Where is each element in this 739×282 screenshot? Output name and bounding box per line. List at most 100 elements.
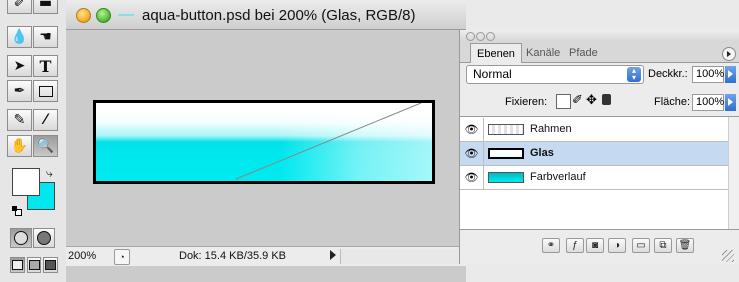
pen-tool[interactable]: ✒: [7, 80, 32, 102]
blend-mode-value: Normal: [473, 67, 512, 81]
stepper-icon: ▴ ▾: [631, 66, 636, 82]
eye-icon: 👁: [464, 148, 479, 160]
rectangle-tool[interactable]: [33, 80, 58, 102]
lock-label: Fixieren:: [505, 96, 548, 108]
title-separator: [118, 14, 134, 16]
swap-colors-icon[interactable]: ⤷: [46, 166, 53, 181]
blur-icon: 💧: [10, 29, 29, 45]
layer-name: Glas: [530, 147, 554, 159]
path-select-tool[interactable]: ➤: [7, 55, 32, 77]
adjustment-icon: ◑: [613, 240, 621, 251]
smudge-tool[interactable]: ☚: [33, 26, 58, 48]
layer-thumbnail: [488, 172, 524, 183]
layer-style-button[interactable]: ƒ: [566, 238, 584, 253]
lock-image-icon[interactable]: ✐: [572, 92, 583, 108]
document-titlebar: aqua-button.psd bei 200% (Glas, RGB/8): [66, 0, 466, 30]
panel-zoom-icon[interactable]: [486, 32, 495, 41]
status-info-button[interactable]: ◔: [114, 249, 130, 265]
foreground-color-swatch[interactable]: [12, 168, 40, 196]
smudge-icon: ☚: [39, 29, 52, 45]
status-menu-button[interactable]: [330, 250, 339, 262]
folder-icon: ▭: [636, 240, 646, 251]
eye-icon: 👁: [464, 172, 479, 184]
screen-mode-menubar[interactable]: [26, 257, 42, 273]
notes-tool[interactable]: ✎: [7, 109, 32, 131]
lock-position-icon[interactable]: ✥: [586, 92, 597, 108]
link-layers-button[interactable]: ⚭: [542, 238, 560, 253]
trash-icon: 🗑: [678, 240, 692, 251]
panel-menu-button[interactable]: [722, 47, 736, 61]
panel-close-icon[interactable]: [466, 32, 475, 41]
eye-icon: 👁: [464, 124, 479, 136]
visibility-toggle[interactable]: 👁: [460, 166, 484, 189]
zoom-level[interactable]: 200%: [68, 250, 96, 262]
new-layer-icon: ⧉: [659, 240, 667, 251]
layer-style-icon: ƒ: [572, 240, 578, 251]
panel-minimize-icon[interactable]: [476, 32, 485, 41]
pen-icon: ✒: [13, 83, 26, 99]
fill-slider-button[interactable]: [725, 94, 736, 111]
quickmask-mode-button[interactable]: [33, 228, 55, 248]
tab-pfade[interactable]: Pfade: [563, 43, 604, 63]
play-triangle-icon: [330, 250, 336, 260]
blur-tool[interactable]: 💧: [7, 26, 32, 48]
mask-icon: ◙: [591, 240, 599, 251]
lock-all-icon[interactable]: [602, 94, 611, 105]
layer-name: Farbverlauf: [530, 171, 586, 183]
zoom-button[interactable]: [96, 8, 111, 23]
eyedropper-tool[interactable]: ⁄: [33, 109, 58, 131]
layer-row[interactable]: 👁 Rahmen: [460, 118, 728, 142]
default-colors-icon[interactable]: [12, 206, 22, 216]
layer-thumbnail: [488, 148, 524, 159]
opacity-input[interactable]: 100%: [692, 66, 724, 83]
screen-mode-buttons: [10, 257, 59, 275]
minimize-button[interactable]: [76, 8, 91, 23]
layers-scrollbar[interactable]: [728, 117, 739, 229]
canvas-area: [66, 30, 466, 246]
adjustment-layer-button[interactable]: ◑: [608, 238, 626, 253]
standard-mode-button[interactable]: [10, 228, 32, 248]
zoom-tool[interactable]: 🔍: [33, 135, 58, 157]
info-icon: ◔: [119, 252, 125, 262]
layer-name: Rahmen: [530, 123, 572, 135]
select-arrow-icon: ➤: [13, 58, 26, 74]
standard-mode-icon: [14, 231, 28, 245]
new-group-button[interactable]: ▭: [632, 238, 650, 253]
document-title: aqua-button.psd bei 200% (Glas, RGB/8): [142, 7, 416, 24]
screen-mode-icon: [28, 260, 40, 270]
lock-transparency-button[interactable]: [556, 94, 571, 109]
slider-arrow-icon: [728, 98, 733, 106]
layers-list: 👁 Rahmen 👁 Glas 👁 Farbverlauf: [460, 116, 739, 230]
eyedropper-icon: ⁄: [44, 112, 47, 128]
eraser-tool[interactable]: ▬: [33, 0, 58, 14]
document-statusbar: 200% ◔ Dok: 15.4 KB/35.9 KB: [66, 246, 467, 266]
type-icon: T: [39, 56, 52, 76]
visibility-toggle[interactable]: 👁: [460, 142, 484, 165]
screen-mode-standard[interactable]: [10, 257, 25, 273]
rectangle-icon: [38, 85, 53, 97]
new-layer-button[interactable]: ⧉: [654, 238, 672, 253]
fill-input[interactable]: 100%: [692, 94, 724, 111]
screen-mode-full[interactable]: [43, 257, 59, 273]
eraser-icon: ▬: [38, 0, 53, 11]
tab-kanaele[interactable]: Kanäle: [520, 43, 566, 63]
screen-mode-icon: [11, 260, 23, 270]
slider-arrow-icon: [728, 70, 733, 78]
visibility-toggle[interactable]: 👁: [460, 118, 484, 141]
screen-mode-icon: [45, 260, 57, 270]
opacity-slider-button[interactable]: [725, 66, 736, 83]
notes-icon: ✎: [13, 112, 26, 128]
pencil-tool[interactable]: ✐: [7, 0, 32, 14]
blend-mode-select[interactable]: Normal ▴ ▾: [466, 65, 644, 84]
type-tool[interactable]: T: [33, 55, 58, 77]
hand-tool[interactable]: ✋: [7, 135, 32, 157]
layer-row[interactable]: 👁 Farbverlauf: [460, 166, 728, 190]
blend-mode-stepper[interactable]: ▴ ▾: [627, 67, 641, 82]
add-mask-button[interactable]: ◙: [586, 238, 604, 253]
horizontal-scrollbar[interactable]: [340, 249, 467, 264]
document-size-info: Dok: 15.4 KB/35.9 KB: [179, 250, 287, 262]
layer-row-selected[interactable]: 👁 Glas: [460, 142, 728, 166]
resize-grip[interactable]: [722, 250, 734, 262]
delete-layer-button[interactable]: 🗑: [676, 238, 694, 253]
tab-ebenen[interactable]: Ebenen: [470, 43, 522, 63]
